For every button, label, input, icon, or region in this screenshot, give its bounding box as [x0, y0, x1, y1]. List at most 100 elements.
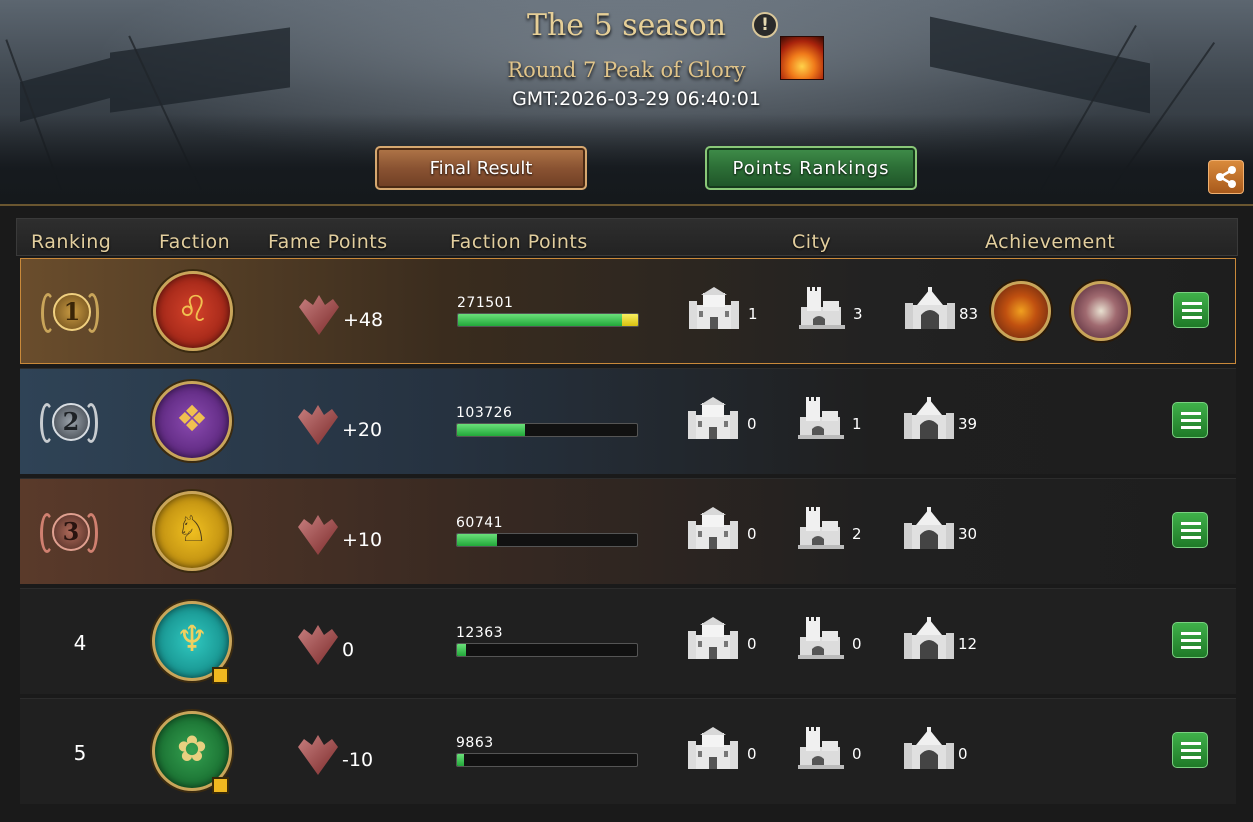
faction-flag-badge	[212, 667, 229, 684]
sword-badge-icon[interactable]	[1071, 281, 1131, 341]
rank-medal: 2	[52, 403, 90, 441]
header-ranking: Ranking	[31, 231, 112, 253]
faction-flag-badge	[212, 777, 229, 794]
fame-points-value: +48	[343, 309, 384, 331]
fame-points-value: 0	[342, 639, 355, 661]
list-line	[1181, 419, 1201, 422]
city-b-count: 0	[852, 635, 862, 653]
season-banner: The 5 season ! Round 7 Peak of Glory GMT…	[0, 0, 1253, 206]
city-a-count: 0	[747, 415, 757, 433]
info-icon[interactable]: !	[752, 12, 778, 38]
faction-points-bar	[457, 313, 639, 327]
dragon-wing-icon	[298, 515, 338, 555]
faction-points-fill	[457, 534, 497, 546]
battle-crowd-art	[0, 114, 1253, 204]
details-list-icon[interactable]	[1172, 732, 1208, 768]
fire-icon	[780, 36, 824, 80]
list-line	[1181, 529, 1201, 532]
list-line	[1181, 749, 1201, 752]
dragon-wing-icon	[298, 405, 338, 445]
header-faction-points: Faction Points	[450, 231, 588, 253]
header-fame-points: Fame Points	[268, 231, 388, 253]
gmt-timestamp: GMT:2026-03-29 06:40:01	[512, 88, 761, 110]
dragon-wing-icon	[299, 295, 339, 335]
dragon-emblem-icon: ❖	[152, 381, 232, 461]
header-city: City	[792, 231, 832, 253]
city-c-count: 0	[958, 745, 968, 763]
castle-icon	[687, 287, 741, 331]
rankings-table: Ranking Faction Fame Points Faction Poin…	[16, 218, 1238, 814]
castle-icon	[686, 507, 740, 551]
city-c-count: 30	[958, 525, 978, 543]
city-b-count: 3	[853, 305, 863, 323]
dragon-wing-icon	[298, 625, 338, 665]
faction-points-fill	[457, 424, 526, 436]
fame-points-value: +10	[342, 529, 383, 551]
faction-points-value: 271501	[457, 295, 514, 311]
final-result-button[interactable]: Final Result	[375, 146, 587, 190]
faction-points-fill	[458, 314, 638, 326]
city-c-count: 12	[958, 635, 978, 653]
fame-points-value: -10	[342, 749, 374, 771]
points-rankings-button[interactable]: Points Rankings	[705, 146, 917, 190]
faction-points-value: 60741	[456, 515, 504, 531]
city-a-count: 0	[747, 525, 757, 543]
faction-points-fill	[457, 644, 466, 656]
details-list-icon[interactable]	[1172, 512, 1208, 548]
faction-points-value: 12363	[456, 625, 504, 641]
gate-icon	[902, 727, 956, 771]
rank-number: 5	[73, 741, 87, 765]
city-c-count: 39	[958, 415, 978, 433]
fortress-icon	[795, 287, 849, 331]
faction-points-value: 9863	[456, 735, 494, 751]
fortress-icon	[794, 727, 848, 771]
season-title: The 5 season	[526, 8, 727, 43]
list-line	[1181, 412, 1201, 415]
castle-icon	[686, 397, 740, 441]
table-row: 4 ♆ 0 12363 0 0 12	[20, 588, 1236, 694]
dragon-wing-icon	[298, 735, 338, 775]
table-header: Ranking Faction Fame Points Faction Poin…	[16, 218, 1238, 256]
list-line	[1181, 756, 1201, 759]
details-list-icon[interactable]	[1173, 292, 1209, 328]
header-faction: Faction	[159, 231, 231, 253]
details-list-icon[interactable]	[1172, 402, 1208, 438]
list-line	[1181, 742, 1201, 745]
header-achievement: Achievement	[985, 231, 1116, 253]
faction-points-bar	[456, 533, 638, 547]
gate-icon	[902, 397, 956, 441]
gate-icon	[903, 287, 957, 331]
list-line	[1181, 522, 1201, 525]
list-line	[1181, 639, 1201, 642]
city-a-count: 0	[747, 745, 757, 763]
fortress-icon	[794, 397, 848, 441]
faction-points-bar	[456, 753, 638, 767]
fortress-icon	[794, 507, 848, 551]
table-row: 5 ✿ -10 9863 0 0 0	[20, 698, 1236, 804]
flame-shield-badge-icon[interactable]	[991, 281, 1051, 341]
city-a-count: 0	[747, 635, 757, 653]
gate-icon	[902, 507, 956, 551]
city-a-count: 1	[748, 305, 758, 323]
city-b-count: 2	[852, 525, 862, 543]
city-b-count: 1	[852, 415, 862, 433]
castle-icon	[686, 617, 740, 661]
castle-icon	[686, 727, 740, 771]
rank-medal: 1	[53, 293, 91, 331]
faction-points-fill	[457, 754, 465, 766]
table-row: 2 ❖ +20 103726 0 1 39	[20, 368, 1236, 474]
lion-emblem-icon: ♌	[153, 271, 233, 351]
table-row: 1 ♌ +48 271501 1 3 83	[20, 258, 1236, 364]
list-line	[1181, 426, 1201, 429]
table-row: 3 ♘ +10 60741 0 2 30	[20, 478, 1236, 584]
share-icon[interactable]	[1208, 160, 1244, 194]
details-list-icon[interactable]	[1172, 622, 1208, 658]
list-line	[1181, 536, 1201, 539]
faction-points-bar	[456, 423, 638, 437]
city-b-count: 0	[852, 745, 862, 763]
wolf-emblem-icon: ♘	[152, 491, 232, 571]
rank-medal: 3	[52, 513, 90, 551]
list-line	[1181, 632, 1201, 635]
gate-icon	[902, 617, 956, 661]
fortress-icon	[794, 617, 848, 661]
